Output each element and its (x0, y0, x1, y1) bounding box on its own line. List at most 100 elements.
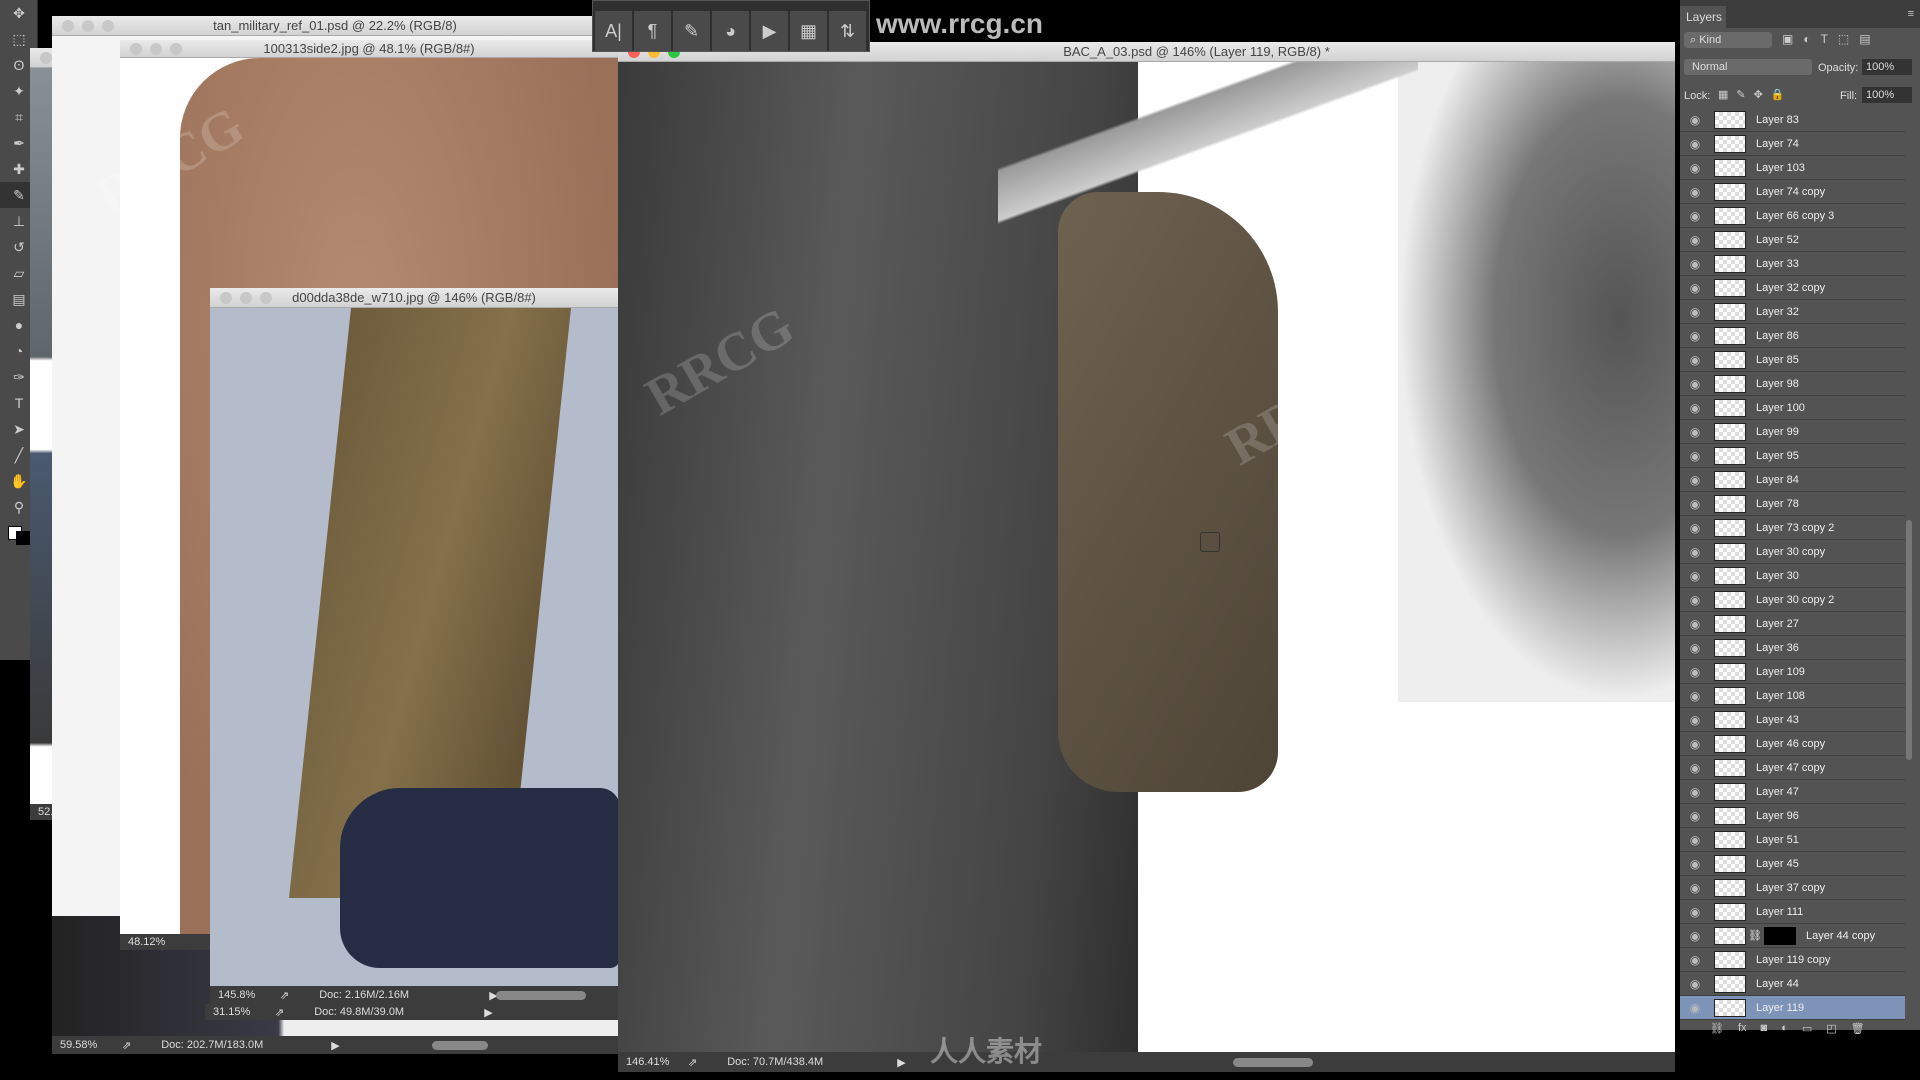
visibility-eye-icon[interactable]: ◉ (1680, 545, 1710, 559)
visibility-eye-icon[interactable]: ◉ (1680, 881, 1710, 895)
filter-kind-select[interactable]: ⌕ Kind (1684, 32, 1772, 48)
history-icon[interactable]: ⇅ (829, 11, 866, 51)
visibility-eye-icon[interactable]: ◉ (1680, 593, 1710, 607)
mask-icon[interactable]: ◙ (1761, 1022, 1768, 1035)
visibility-eye-icon[interactable]: ◉ (1680, 665, 1710, 679)
visibility-eye-icon[interactable]: ◉ (1680, 425, 1710, 439)
visibility-eye-icon[interactable]: ◉ (1680, 137, 1710, 151)
layer-row[interactable]: ◉ Layer 33 (1680, 252, 1905, 276)
color-icon[interactable]: ◕ (712, 11, 749, 51)
visibility-eye-icon[interactable]: ◉ (1680, 641, 1710, 655)
visibility-eye-icon[interactable]: ◉ (1680, 329, 1710, 343)
visibility-eye-icon[interactable]: ◉ (1680, 785, 1710, 799)
layer-row[interactable]: ◉ Layer 86 (1680, 324, 1905, 348)
mask-link-icon[interactable]: ⛓ (1748, 929, 1762, 942)
opacity-input[interactable]: 100% (1862, 59, 1912, 75)
d00-document-window[interactable]: d00dda38de_w710.jpg @ 146% (RGB/8#) 145.… (210, 288, 618, 1004)
visibility-eye-icon[interactable]: ◉ (1680, 977, 1710, 991)
visibility-eye-icon[interactable]: ◉ (1680, 809, 1710, 823)
status-menu-arrow-icon[interactable]: ▶ (484, 1006, 492, 1019)
layer-row[interactable]: ◉ Layer 95 (1680, 444, 1905, 468)
visibility-eye-icon[interactable]: ◉ (1680, 401, 1710, 415)
layer-row[interactable]: ◉ Layer 96 (1680, 804, 1905, 828)
layer-row[interactable]: ◉ Layer 108 (1680, 684, 1905, 708)
brush-presets-icon[interactable]: ✎ (673, 11, 710, 51)
link-icon[interactable]: ⛓ (1710, 1022, 1724, 1035)
layer-row[interactable]: ◉ Layer 98 (1680, 372, 1905, 396)
layer-row[interactable]: ◉ Layer 46 copy (1680, 732, 1905, 756)
visibility-eye-icon[interactable]: ◉ (1680, 377, 1710, 391)
blend-mode-select[interactable]: Normal (1684, 59, 1812, 75)
adjustment-icon[interactable]: ◐ (1781, 1022, 1788, 1035)
visibility-eye-icon[interactable]: ◉ (1680, 353, 1710, 367)
layer-row[interactable]: ◉ Layer 52 (1680, 228, 1905, 252)
paragraph-icon[interactable]: ¶ (634, 11, 671, 51)
layer-row[interactable]: ◉ Layer 73 copy 2 (1680, 516, 1905, 540)
layer-row[interactable]: ◉ Layer 32 copy (1680, 276, 1905, 300)
share-icon[interactable]: ⇗ (688, 1056, 697, 1069)
visibility-eye-icon[interactable]: ◉ (1680, 209, 1710, 223)
layer-row[interactable]: ◉ Layer 36 (1680, 636, 1905, 660)
lock-icons[interactable]: ▦✎✥🔒 (1718, 88, 1793, 101)
visibility-eye-icon[interactable]: ◉ (1680, 185, 1710, 199)
visibility-eye-icon[interactable]: ◉ (1680, 617, 1710, 631)
status-menu-arrow-icon[interactable]: ▶ (897, 1056, 905, 1069)
layer-row[interactable]: ◉ Layer 30 copy 2 (1680, 588, 1905, 612)
layer-row[interactable]: ◉ Layer 74 copy (1680, 180, 1905, 204)
layer-row[interactable]: ◉ Layer 119 (1680, 996, 1905, 1020)
layer-row[interactable]: ◉ Layer 103 (1680, 156, 1905, 180)
fill-input[interactable]: 100% (1862, 87, 1912, 103)
horizontal-scrollbar[interactable] (1233, 1057, 1313, 1067)
trash-icon[interactable]: 🗑 (1851, 1022, 1865, 1035)
visibility-eye-icon[interactable]: ◉ (1680, 305, 1710, 319)
panel-menu-icon[interactable]: ≡ (1908, 8, 1914, 20)
character-icon[interactable]: A| (595, 11, 632, 51)
share-icon[interactable]: ⇗ (122, 1039, 131, 1052)
title-bar[interactable]: d00dda38de_w710.jpg @ 146% (RGB/8#) (210, 288, 618, 308)
visibility-eye-icon[interactable]: ◉ (1680, 857, 1710, 871)
layer-row[interactable]: ◉ Layer 45 (1680, 852, 1905, 876)
visibility-eye-icon[interactable]: ◉ (1680, 113, 1710, 127)
layer-row[interactable]: ◉ Layer 43 (1680, 708, 1905, 732)
layer-row[interactable]: ◉ Layer 84 (1680, 468, 1905, 492)
visibility-eye-icon[interactable]: ◉ (1680, 449, 1710, 463)
layer-row[interactable]: ◉ Layer 30 copy (1680, 540, 1905, 564)
layer-row[interactable]: ◉ ⛓ Layer 44 copy (1680, 924, 1905, 948)
layer-row[interactable]: ◉ Layer 44 (1680, 972, 1905, 996)
visibility-eye-icon[interactable]: ◉ (1680, 281, 1710, 295)
visibility-eye-icon[interactable]: ◉ (1680, 689, 1710, 703)
main-document-window[interactable]: BAC_A_03.psd @ 146% (Layer 119, RGB/8) *… (618, 42, 1675, 1072)
layer-row[interactable]: ◉ Layer 27 (1680, 612, 1905, 636)
properties-icon[interactable]: ▦ (790, 11, 827, 51)
fx-icon[interactable]: fx (1738, 1022, 1747, 1035)
visibility-eye-icon[interactable]: ◉ (1680, 761, 1710, 775)
visibility-eye-icon[interactable]: ◉ (1680, 233, 1710, 247)
title-bar[interactable]: 100313side2.jpg @ 48.1% (RGB/8#) (120, 40, 618, 58)
layer-row[interactable]: ◉ Layer 109 (1680, 660, 1905, 684)
visibility-eye-icon[interactable]: ◉ (1680, 161, 1710, 175)
layers-scrollbar[interactable] (1906, 520, 1912, 760)
visibility-eye-icon[interactable]: ◉ (1680, 929, 1710, 943)
layer-row[interactable]: ◉ Layer 85 (1680, 348, 1905, 372)
visibility-eye-icon[interactable]: ◉ (1680, 713, 1710, 727)
layer-row[interactable]: ◉ Layer 100 (1680, 396, 1905, 420)
layer-row[interactable]: ◉ Layer 32 (1680, 300, 1905, 324)
visibility-eye-icon[interactable]: ◉ (1680, 257, 1710, 271)
new-layer-icon[interactable]: ◰ (1826, 1022, 1836, 1035)
actions-icon[interactable]: ▶ (751, 11, 788, 51)
visibility-eye-icon[interactable]: ◉ (1680, 497, 1710, 511)
status-menu-arrow-icon[interactable]: ▶ (331, 1039, 339, 1052)
layer-row[interactable]: ◉ Layer 47 (1680, 780, 1905, 804)
layers-tab[interactable]: Layers (1680, 6, 1726, 28)
visibility-eye-icon[interactable]: ◉ (1680, 1001, 1710, 1015)
layer-row[interactable]: ◉ Layer 51 (1680, 828, 1905, 852)
title-bar[interactable]: tan_military_ref_01.psd @ 22.2% (RGB/8) (52, 16, 618, 36)
visibility-eye-icon[interactable]: ◉ (1680, 953, 1710, 967)
layer-row[interactable]: ◉ Layer 30 (1680, 564, 1905, 588)
layer-row[interactable]: ◉ Layer 37 copy (1680, 876, 1905, 900)
share-icon[interactable]: ⇗ (275, 1006, 284, 1019)
layer-row[interactable]: ◉ Layer 74 (1680, 132, 1905, 156)
visibility-eye-icon[interactable]: ◉ (1680, 905, 1710, 919)
layer-row[interactable]: ◉ Layer 78 (1680, 492, 1905, 516)
visibility-eye-icon[interactable]: ◉ (1680, 833, 1710, 847)
